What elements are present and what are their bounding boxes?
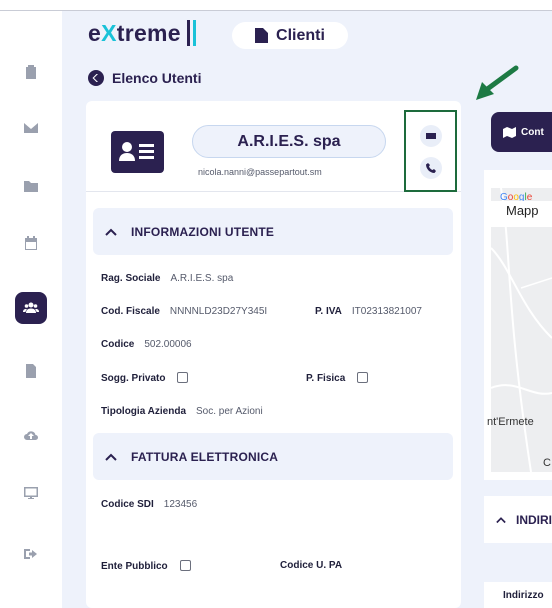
customer-email[interactable]: nicola.nanni@passepartout.sm bbox=[198, 167, 322, 177]
logo-bar-accent bbox=[192, 20, 196, 46]
field-codice: Codice 502.00006 bbox=[101, 339, 192, 350]
sidebar-item-users[interactable] bbox=[15, 292, 47, 324]
section-title: INFORMAZIONI UTENTE bbox=[131, 224, 275, 239]
email-button[interactable] bbox=[420, 125, 442, 147]
map-type-tab[interactable]: Mapp bbox=[491, 201, 552, 227]
sidebar-item-mail[interactable] bbox=[15, 112, 47, 144]
field-value: A.R.I.E.S. spa bbox=[170, 273, 234, 284]
sidebar-item-clipboard[interactable] bbox=[15, 56, 47, 88]
sidebar-item-cloud[interactable] bbox=[15, 419, 47, 451]
field-label: Codice bbox=[101, 339, 135, 350]
field-tipologia-azienda: Tipologia Azienda Soc. per Azioni bbox=[101, 406, 263, 417]
field-label: Cod. Fiscale bbox=[101, 306, 160, 317]
contact-actions-highlight bbox=[404, 110, 457, 192]
document-icon bbox=[26, 364, 36, 378]
field-label: Sogg. Privato bbox=[101, 373, 166, 384]
logo-text-suffix: treme bbox=[116, 20, 181, 46]
sogg-privato-checkbox[interactable] bbox=[177, 372, 189, 383]
field-label: Ente Pubblico bbox=[101, 561, 168, 572]
clipboard-icon bbox=[26, 65, 36, 79]
back-link-label: Elenco Utenti bbox=[112, 70, 202, 86]
back-link[interactable]: Elenco Utenti bbox=[88, 70, 201, 86]
id-card-icon bbox=[111, 131, 164, 173]
field-rag-sociale: Rag. Sociale A.R.I.E.S. spa bbox=[101, 273, 233, 284]
field-label: Tipologia Azienda bbox=[101, 406, 187, 417]
p-fisica-checkbox[interactable] bbox=[357, 372, 369, 383]
phone-icon bbox=[426, 163, 436, 173]
field-p-fisica: P. Fisica bbox=[306, 372, 369, 384]
field-label: P. Fisica bbox=[306, 373, 346, 384]
page-title: Clienti bbox=[232, 22, 348, 49]
field-value: NNNNLD23D27Y345I bbox=[169, 306, 268, 317]
field-label: P. IVA bbox=[315, 306, 342, 317]
sign-out-icon bbox=[24, 549, 37, 559]
document-icon bbox=[255, 28, 269, 43]
field-piva: P. IVA IT02313821007 bbox=[315, 306, 422, 317]
logo-text-prefix: e bbox=[88, 20, 102, 46]
field-value: IT02313821007 bbox=[351, 306, 422, 317]
sidebar-item-sign-out[interactable] bbox=[15, 538, 47, 570]
calendar-icon bbox=[25, 236, 37, 250]
field-codice-sdi: Codice SDI 123456 bbox=[101, 499, 197, 510]
sidebar bbox=[0, 11, 62, 608]
envelope-icon bbox=[24, 123, 38, 133]
folder-icon bbox=[24, 181, 38, 192]
section-indirizzi[interactable]: INDIRI bbox=[484, 496, 552, 543]
chevron-up-icon bbox=[105, 453, 117, 461]
logo-bar bbox=[186, 20, 190, 46]
field-label: Codice U. PA bbox=[280, 560, 343, 571]
cloud-upload-icon bbox=[24, 431, 38, 440]
section-title: FATTURA ELETTRONICA bbox=[131, 449, 279, 464]
customer-header: A.R.I.E.S. spa nicola.nanni@passepartout… bbox=[86, 101, 461, 192]
section-fattura-elettronica[interactable]: FATTURA ELETTRONICA bbox=[93, 433, 453, 480]
address-row: Indirizzo bbox=[484, 582, 552, 608]
chevron-up-icon bbox=[105, 228, 117, 236]
contact-button-label: Cont bbox=[521, 126, 544, 138]
contact-button[interactable]: Cont bbox=[491, 112, 552, 152]
field-value: 502.00006 bbox=[144, 339, 192, 350]
logo-text-x: X bbox=[101, 20, 117, 46]
monitor-icon bbox=[24, 487, 38, 499]
chevron-left-icon bbox=[88, 70, 104, 86]
field-value: 123456 bbox=[163, 499, 198, 510]
annotation-arrow-icon bbox=[476, 65, 519, 100]
sidebar-item-calendar[interactable] bbox=[15, 227, 47, 259]
map-view[interactable] bbox=[491, 188, 552, 472]
section-informazioni-utente[interactable]: INFORMAZIONI UTENTE bbox=[93, 208, 453, 255]
sidebar-item-folder[interactable] bbox=[15, 170, 47, 202]
customer-name: A.R.I.E.S. spa bbox=[192, 125, 386, 158]
sidebar-item-monitor[interactable] bbox=[15, 477, 47, 509]
sidebar-item-document[interactable] bbox=[15, 355, 47, 387]
address-label: Indirizzo bbox=[503, 590, 544, 601]
map-icon bbox=[503, 126, 516, 138]
map-place-label-2: C bbox=[543, 457, 551, 469]
map-place-label: nt'Ermete bbox=[487, 416, 534, 428]
field-sogg-privato: Sogg. Privato bbox=[101, 372, 189, 384]
field-label: Codice SDI bbox=[101, 499, 154, 510]
envelope-icon bbox=[426, 133, 436, 139]
field-codice-upa: Codice U. PA bbox=[280, 560, 352, 571]
section-title: INDIRI bbox=[516, 512, 552, 527]
field-ente-pubblico: Ente Pubblico bbox=[101, 560, 191, 572]
users-icon bbox=[23, 302, 39, 313]
ente-pubblico-checkbox[interactable] bbox=[179, 560, 191, 571]
customer-card: A.R.I.E.S. spa nicola.nanni@passepartout… bbox=[86, 101, 461, 608]
chevron-up-icon bbox=[496, 516, 506, 523]
field-cod-fiscale: Cod. Fiscale NNNNLD23D27Y345I bbox=[101, 306, 267, 317]
app-logo[interactable]: eXtreme bbox=[88, 20, 196, 47]
field-label: Rag. Sociale bbox=[101, 273, 161, 284]
phone-button[interactable] bbox=[420, 157, 442, 179]
field-value: Soc. per Azioni bbox=[196, 406, 263, 417]
page-title-label: Clienti bbox=[276, 26, 325, 44]
